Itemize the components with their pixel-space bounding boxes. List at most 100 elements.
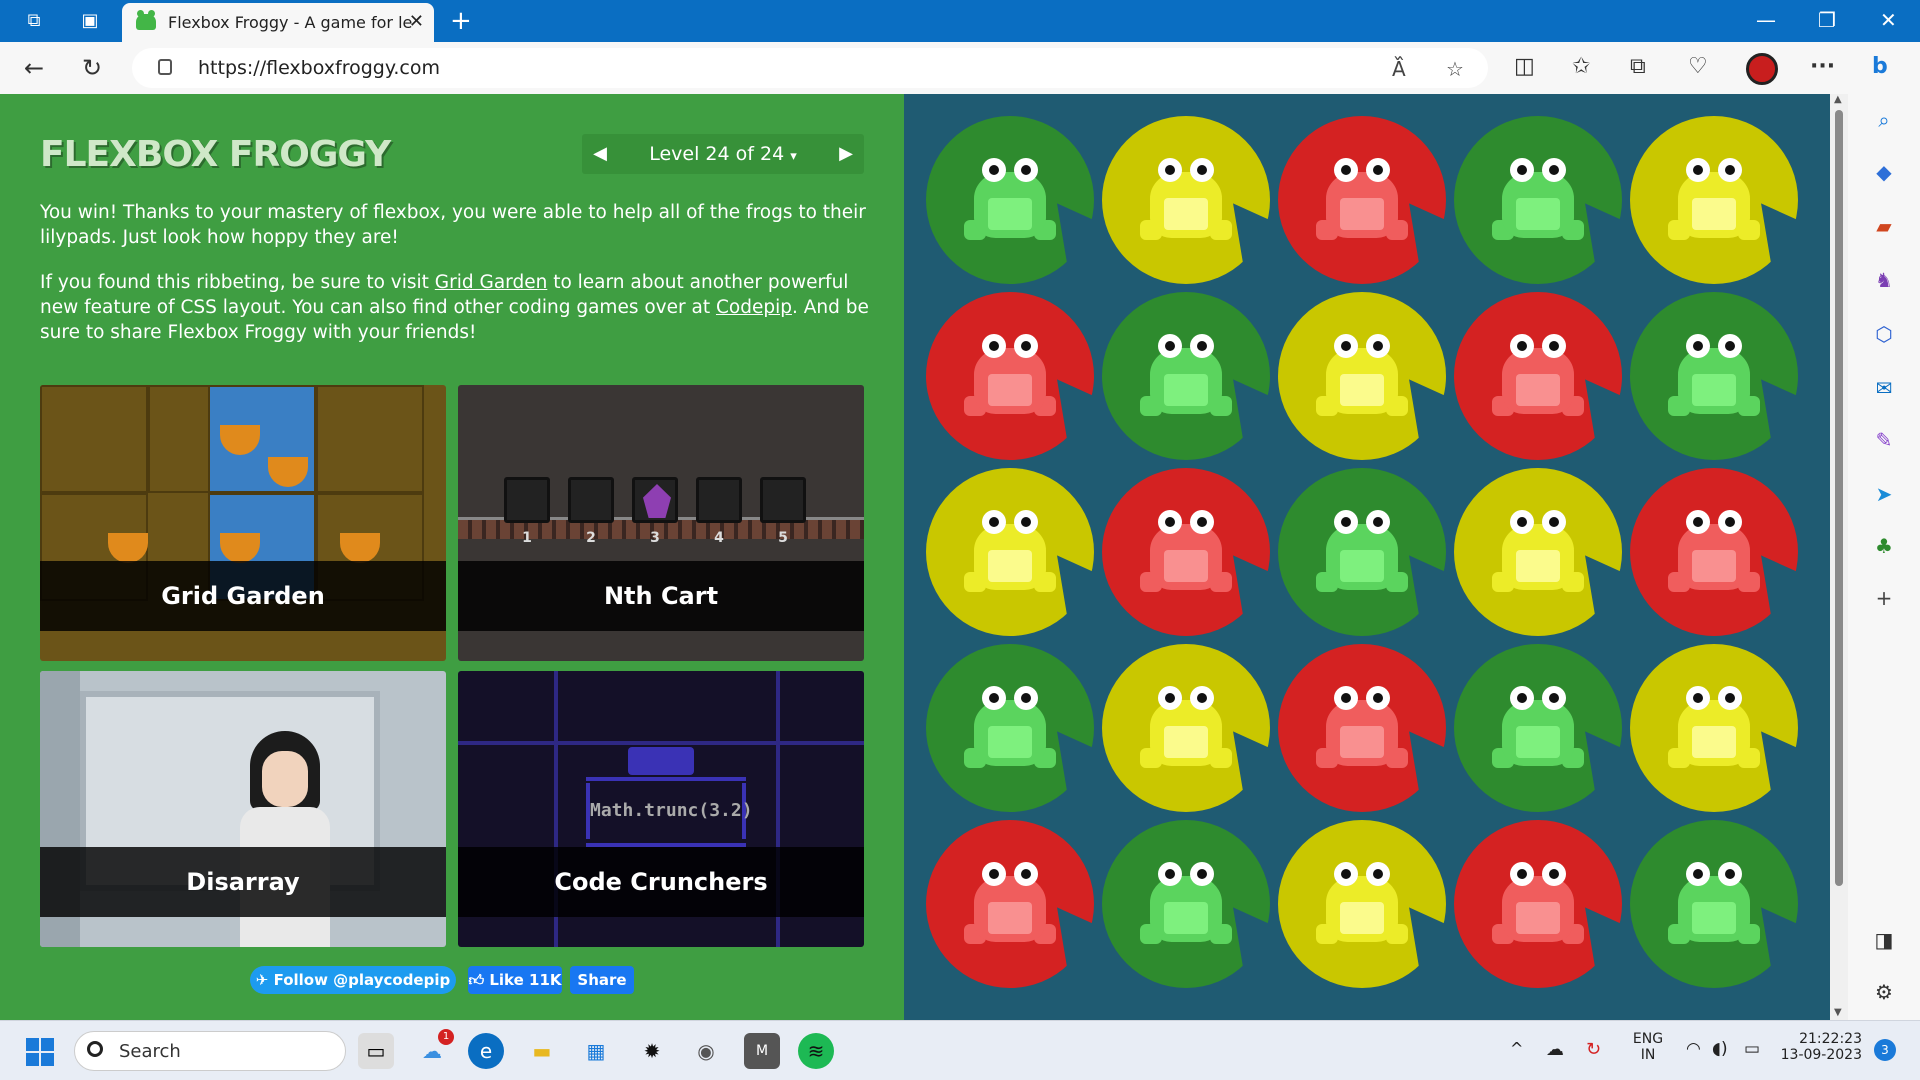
frog-red	[1668, 510, 1760, 592]
clock[interactable]: 21:22:23 13-09-2023	[1780, 1031, 1862, 1063]
crystal-icon	[643, 484, 671, 518]
level-label: Level 24 of 24	[649, 143, 785, 165]
settings-app-icon[interactable]: ✹	[634, 1033, 670, 1069]
m-app-icon[interactable]: M	[744, 1033, 780, 1069]
frog-yellow	[1668, 686, 1760, 768]
codepip-link[interactable]: Codepip	[716, 297, 792, 318]
frog-yellow	[1140, 686, 1232, 768]
card-title: Nth Cart	[458, 561, 864, 631]
mine-cart: 5	[760, 477, 806, 546]
thumbs-up-icon: 👍︎	[468, 971, 490, 989]
scroll-down-icon[interactable]: ▼	[1834, 1007, 1842, 1018]
task-view-icon[interactable]: ▭	[358, 1033, 394, 1069]
refresh-icon[interactable]: ↻	[82, 54, 102, 82]
frog-yellow	[964, 510, 1056, 592]
scroll-up-icon[interactable]: ▲	[1834, 94, 1842, 105]
facebook-like-button[interactable]: 👍︎ Like 11K	[468, 966, 562, 994]
frog-yellow	[1140, 158, 1232, 240]
split-screen-icon[interactable]: ◫	[1514, 54, 1535, 79]
twitter-follow-button[interactable]: ✈ Follow @playcodepip	[250, 966, 456, 994]
card-title: Code Crunchers	[458, 847, 864, 917]
address-bar[interactable]: https://flexboxfroggy.com A᷈ ☆	[132, 48, 1488, 88]
frog-green	[964, 158, 1056, 240]
copilot-icon[interactable]: b	[1872, 54, 1888, 79]
tree-icon[interactable]: ♣	[1870, 532, 1898, 560]
chevron-up-icon[interactable]: ^	[1510, 1039, 1523, 1058]
facebook-share-button[interactable]: Share	[570, 966, 634, 994]
scrollbar-thumb[interactable]	[1835, 110, 1843, 886]
frog-red	[1492, 334, 1584, 416]
send-icon[interactable]: ➤	[1870, 480, 1898, 508]
profile-avatar[interactable]	[1746, 53, 1778, 85]
start-button[interactable]	[26, 1038, 54, 1066]
frog-green	[1668, 334, 1760, 416]
level-dropdown[interactable]: Level 24 of 24 ▾	[618, 134, 828, 174]
close-window-button[interactable]: ✕	[1880, 8, 1897, 32]
split-icon[interactable]: ◨	[1870, 926, 1898, 954]
favorite-star-icon[interactable]: ☆	[1446, 57, 1464, 81]
battery-icon[interactable]: ▭	[1744, 1039, 1760, 1059]
taskbar-search[interactable]: Search	[74, 1031, 346, 1071]
grid-garden-link[interactable]: Grid Garden	[435, 272, 548, 293]
back-icon[interactable]: ←	[24, 54, 44, 82]
notification-badge[interactable]: 3	[1874, 1039, 1896, 1061]
outlook-icon[interactable]: ✉	[1870, 374, 1898, 402]
chess-icon[interactable]: ♞	[1870, 266, 1898, 294]
search-icon[interactable]: ⌕	[1870, 106, 1898, 134]
read-aloud-icon[interactable]: A᷈	[1392, 57, 1406, 81]
disarray-card[interactable]: Disarray	[40, 671, 446, 947]
language-indicator[interactable]: ENG IN	[1630, 1031, 1666, 1063]
onedrive-icon[interactable]: ☁	[1546, 1039, 1564, 1060]
prev-level-button[interactable]: ◀	[582, 134, 618, 174]
mine-cart: 4	[696, 477, 742, 546]
copilot-icon[interactable]: ⬡	[1870, 320, 1898, 348]
page-title: FLEXBOX FROGGY	[40, 134, 391, 175]
code-crunchers-card[interactable]: Math.trunc(3.2) Code Crunchers	[458, 671, 864, 947]
scrollbar[interactable]: ▲ ▼	[1830, 94, 1848, 1020]
taskbar: Search ▭ ☁ 1 e ▬ ▦ ✹ ◉ M ≋ ^ ☁ ↻ ENG IN ◠…	[0, 1020, 1920, 1080]
code-snippet: Math.trunc(3.2)	[586, 783, 753, 839]
workspaces-icon[interactable]: ⧉	[22, 9, 46, 33]
add-icon[interactable]: +	[1870, 584, 1898, 612]
settings-icon[interactable]: ⚙	[1870, 978, 1898, 1006]
edge-browser-icon[interactable]: e	[468, 1033, 504, 1069]
volume-icon[interactable]: ◖)	[1712, 1039, 1728, 1059]
url-text[interactable]: https://flexboxfroggy.com	[198, 57, 440, 79]
tab-title: Flexbox Froggy - A game for lear	[168, 13, 412, 32]
tag-icon[interactable]: ◆	[1870, 158, 1898, 186]
spotify-icon[interactable]: ≋	[798, 1033, 834, 1069]
tab-flexbox-froggy[interactable]: Flexbox Froggy - A game for lear ✕	[122, 3, 434, 42]
frog-red	[1316, 158, 1408, 240]
designer-icon[interactable]: ✎	[1870, 426, 1898, 454]
nth-cart-card[interactable]: 1 2 3 4 5 Nth Cart	[458, 385, 864, 661]
store-icon[interactable]: ▦	[578, 1033, 614, 1069]
title-bar: ⧉ ▣ Flexbox Froggy - A game for lear ✕ +…	[0, 0, 1920, 42]
frog-yellow	[1316, 862, 1408, 944]
lock-icon[interactable]	[158, 59, 172, 75]
minimize-button[interactable]: —	[1756, 8, 1776, 32]
weather-icon[interactable]: ☁ 1	[414, 1029, 454, 1069]
new-tab-button[interactable]: +	[450, 6, 472, 36]
grid-garden-card[interactable]: Grid Garden	[40, 385, 446, 661]
frog-yellow	[1668, 158, 1760, 240]
tab-actions-icon[interactable]: ▣	[78, 9, 102, 33]
pond-board	[904, 94, 1830, 1020]
sync-icon[interactable]: ↻	[1586, 1039, 1601, 1060]
browser-essentials-icon[interactable]: ♡	[1688, 54, 1708, 79]
character-face	[262, 751, 308, 807]
next-level-button[interactable]: ▶	[828, 134, 864, 174]
collections-icon[interactable]: ⧉	[1630, 54, 1646, 79]
file-explorer-icon[interactable]: ▬	[524, 1033, 560, 1069]
restore-button[interactable]: ❐	[1818, 8, 1836, 32]
tab-close-icon[interactable]: ✕	[409, 11, 424, 32]
favorites-icon[interactable]: ✩	[1572, 54, 1590, 79]
camera-icon[interactable]: ◉	[688, 1033, 724, 1069]
visit-text-1: If you found this ribbeting, be sure to …	[40, 272, 435, 293]
frog-red	[964, 334, 1056, 416]
menu-button[interactable]: ···	[1810, 54, 1835, 79]
visit-message: If you found this ribbeting, be sure to …	[40, 270, 870, 345]
wifi-icon[interactable]: ◠	[1686, 1039, 1701, 1059]
briefcase-icon[interactable]: ▰	[1870, 212, 1898, 240]
level-navigator: ◀ Level 24 of 24 ▾ ▶	[582, 134, 864, 174]
frog-green	[964, 686, 1056, 768]
